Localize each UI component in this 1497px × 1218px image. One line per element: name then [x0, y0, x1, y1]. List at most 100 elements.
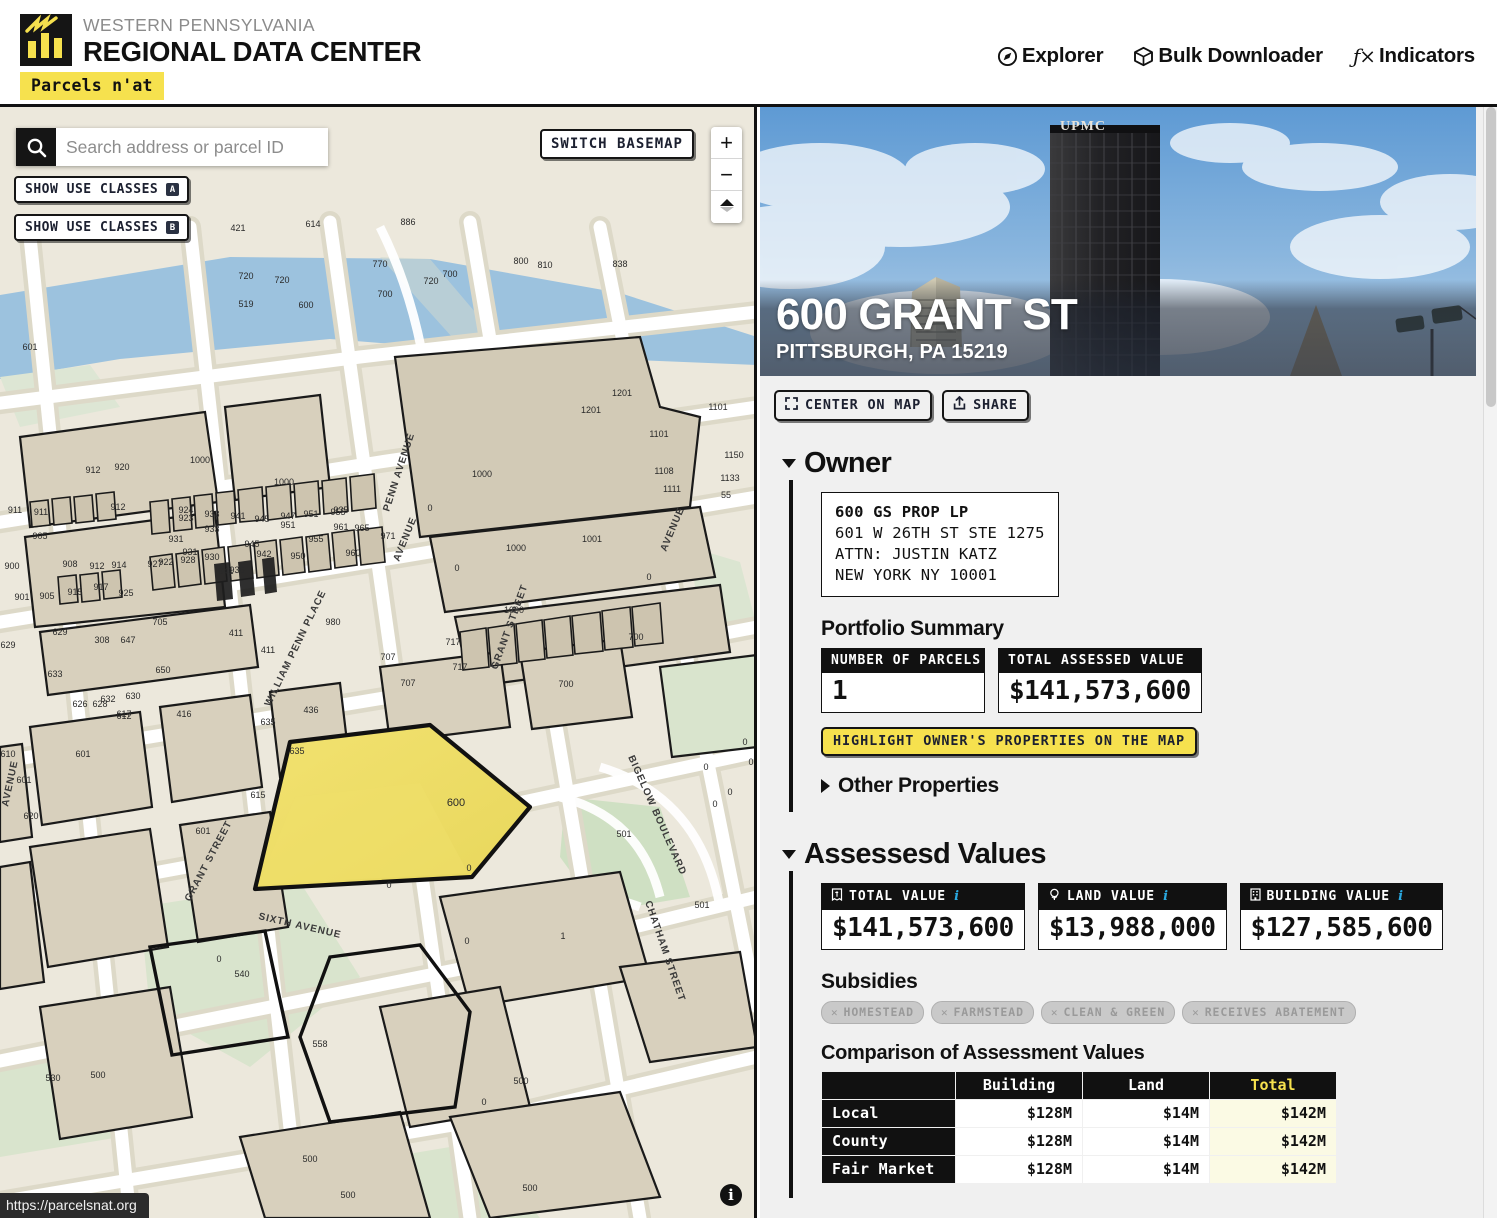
svg-text:914: 914: [111, 560, 126, 570]
assessed-values-section-header[interactable]: Assessesd Values: [782, 838, 1483, 871]
map-canvas[interactable]: 1000 1000 1000 1000 1000 912 920 911 912 905…: [0, 107, 754, 1218]
show-use-classes-button-1[interactable]: SHOW USE CLASSES A: [14, 176, 190, 203]
brand[interactable]: WESTERN PENNSYLVANIA REGIONAL DATA CENTE…: [20, 14, 422, 67]
svg-text:705: 705: [152, 617, 167, 627]
svg-text:0: 0: [481, 1097, 486, 1107]
zoom-in-label: +: [720, 129, 733, 155]
subsidy-label-homestead: HOMESTEAD: [843, 1005, 914, 1019]
assessed-values-disclosure-triangle[interactable]: [782, 850, 796, 859]
subsidies-title: Subsidies: [821, 970, 918, 993]
svg-text:500: 500: [522, 1183, 537, 1193]
svg-text:886: 886: [400, 217, 415, 227]
subsidy-chip-farmstead[interactable]: ✕ FARMSTEAD: [930, 1001, 1034, 1024]
other-properties-disclosure-triangle[interactable]: [821, 779, 830, 793]
subsidy-label-farmstead: FARMSTEAD: [953, 1005, 1024, 1019]
svg-text:501: 501: [616, 829, 631, 839]
svg-text:501: 501: [694, 900, 709, 910]
nav-link-bulk-downloader[interactable]: Bulk Downloader: [1133, 44, 1323, 68]
svg-text:626: 626: [72, 699, 87, 709]
search-bar[interactable]: [16, 128, 328, 166]
other-properties-toggle[interactable]: Other Properties: [821, 774, 1483, 798]
owner-name: 600 GS PROP LP: [835, 503, 969, 521]
svg-text:0: 0: [464, 936, 469, 946]
scrollbar-thumb[interactable]: [1486, 107, 1496, 407]
close-icon: ✕: [1050, 1005, 1059, 1019]
svg-text:612: 612: [116, 711, 131, 721]
subsidy-chip-homestead[interactable]: ✕ HOMESTEAD: [821, 1001, 924, 1024]
svg-text:912: 912: [110, 502, 125, 512]
browser-status-url: https://parcelsnat.org: [0, 1193, 149, 1218]
map-pane[interactable]: 1000 1000 1000 1000 1000 912 920 911 912 905…: [0, 107, 757, 1218]
close-icon: ✕: [940, 1005, 949, 1019]
center-on-map-label: CENTER ON MAP: [805, 397, 922, 413]
owner-section-body: 600 GS PROP LP 601 W 26TH ST STE 1275 AT…: [789, 480, 1483, 812]
svg-text:1201: 1201: [581, 405, 601, 415]
subsidy-chip-clean-and-green[interactable]: ✕ CLEAN & GREEN: [1040, 1001, 1176, 1024]
svg-text:411: 411: [229, 628, 243, 638]
svg-text:707: 707: [380, 652, 395, 662]
show-use-classes-label-2: SHOW USE CLASSES: [25, 220, 159, 235]
show-use-classes-button-2[interactable]: SHOW USE CLASSES B: [14, 214, 190, 241]
compass-pitch-icon: [717, 197, 737, 217]
search-input[interactable]: [56, 128, 328, 166]
svg-text:980: 980: [325, 617, 340, 627]
svg-text:650: 650: [155, 665, 170, 675]
svg-text:0: 0: [748, 757, 753, 767]
portfolio-summary-title: Portfolio Summary: [821, 617, 1004, 640]
zoom-in-button[interactable]: +: [711, 127, 742, 159]
nav-link-indicators[interactable]: ƒ× Indicators: [1353, 44, 1475, 68]
svg-text:838: 838: [612, 259, 627, 269]
zoom-out-button[interactable]: −: [711, 159, 742, 191]
detail-pane-scrollbar[interactable]: [1483, 107, 1497, 1218]
svg-text:925: 925: [118, 588, 133, 598]
assessed-values-section: Assessesd Values TOTAL VALUE i $141,573,…: [760, 838, 1497, 1198]
svg-text:630: 630: [125, 691, 140, 701]
map-attribution-button[interactable]: i: [720, 1184, 742, 1206]
svg-text:700: 700: [377, 289, 392, 299]
map-pitch-button[interactable]: [711, 191, 742, 223]
building-value-info-icon[interactable]: i: [1398, 889, 1404, 904]
svg-text:912: 912: [89, 561, 104, 571]
owner-section-header[interactable]: Owner: [782, 447, 1483, 480]
svg-text:971: 971: [380, 531, 395, 541]
portfolio-stats: NUMBER OF PARCELS 1 TOTAL ASSESSED VALUE…: [821, 648, 1483, 713]
land-value-card: LAND VALUE i $13,988,000: [1037, 883, 1227, 950]
svg-text:905: 905: [32, 531, 47, 541]
highlight-owner-properties-button[interactable]: HIGHLIGHT OWNER'S PROPERTIES ON THE MAP: [821, 727, 1198, 756]
svg-text:0: 0: [703, 762, 708, 772]
svg-text:965: 965: [354, 523, 369, 533]
owner-street: 601 W 26TH ST STE 1275: [835, 524, 1045, 542]
total-value-amount: $141,573,600: [832, 913, 1014, 943]
cell-local-land: $14M: [1082, 1099, 1210, 1128]
property-detail-pane: UPMC 600 GRANT ST PITTSBURGH, PA 15219 C…: [760, 107, 1497, 1218]
svg-text:416: 416: [176, 709, 191, 719]
brand-line-2: REGIONAL DATA CENTER: [83, 36, 422, 67]
land-value-info-icon[interactable]: i: [1163, 889, 1169, 904]
total-value-info-icon[interactable]: i: [954, 889, 960, 904]
receipt-icon: [831, 888, 843, 905]
nav-link-explorer[interactable]: Explorer: [997, 44, 1104, 68]
svg-text:1001: 1001: [582, 534, 602, 544]
svg-text:1111: 1111: [663, 484, 681, 494]
tree-icon: [1048, 888, 1061, 905]
search-icon[interactable]: [16, 128, 56, 166]
svg-text:UPMC: UPMC: [1060, 119, 1106, 134]
row-label-local: Local: [821, 1099, 956, 1128]
center-on-map-button[interactable]: CENTER ON MAP: [774, 390, 933, 421]
svg-text:0: 0: [386, 880, 391, 890]
number-of-parcels-value: 1: [832, 676, 848, 706]
share-button[interactable]: SHARE: [942, 390, 1029, 421]
svg-text:905: 905: [39, 591, 54, 601]
svg-text:900: 900: [4, 561, 19, 571]
owner-disclosure-triangle[interactable]: [782, 459, 796, 468]
svg-text:530: 530: [45, 1073, 60, 1083]
svg-text:500: 500: [513, 1076, 528, 1086]
subsidy-chip-receives-abatement[interactable]: ✕ RECEIVES ABATEMENT: [1182, 1001, 1356, 1024]
table-row: County $128M $14M $142M: [821, 1127, 1337, 1156]
app-title-chip[interactable]: Parcels n'at: [20, 72, 164, 100]
svg-text:930: 930: [204, 552, 219, 562]
switch-basemap-button[interactable]: SWITCH BASEMAP: [539, 129, 694, 159]
svg-text:629: 629: [0, 640, 15, 650]
svg-text:933: 933: [204, 524, 219, 534]
svg-text:945: 945: [244, 539, 259, 549]
